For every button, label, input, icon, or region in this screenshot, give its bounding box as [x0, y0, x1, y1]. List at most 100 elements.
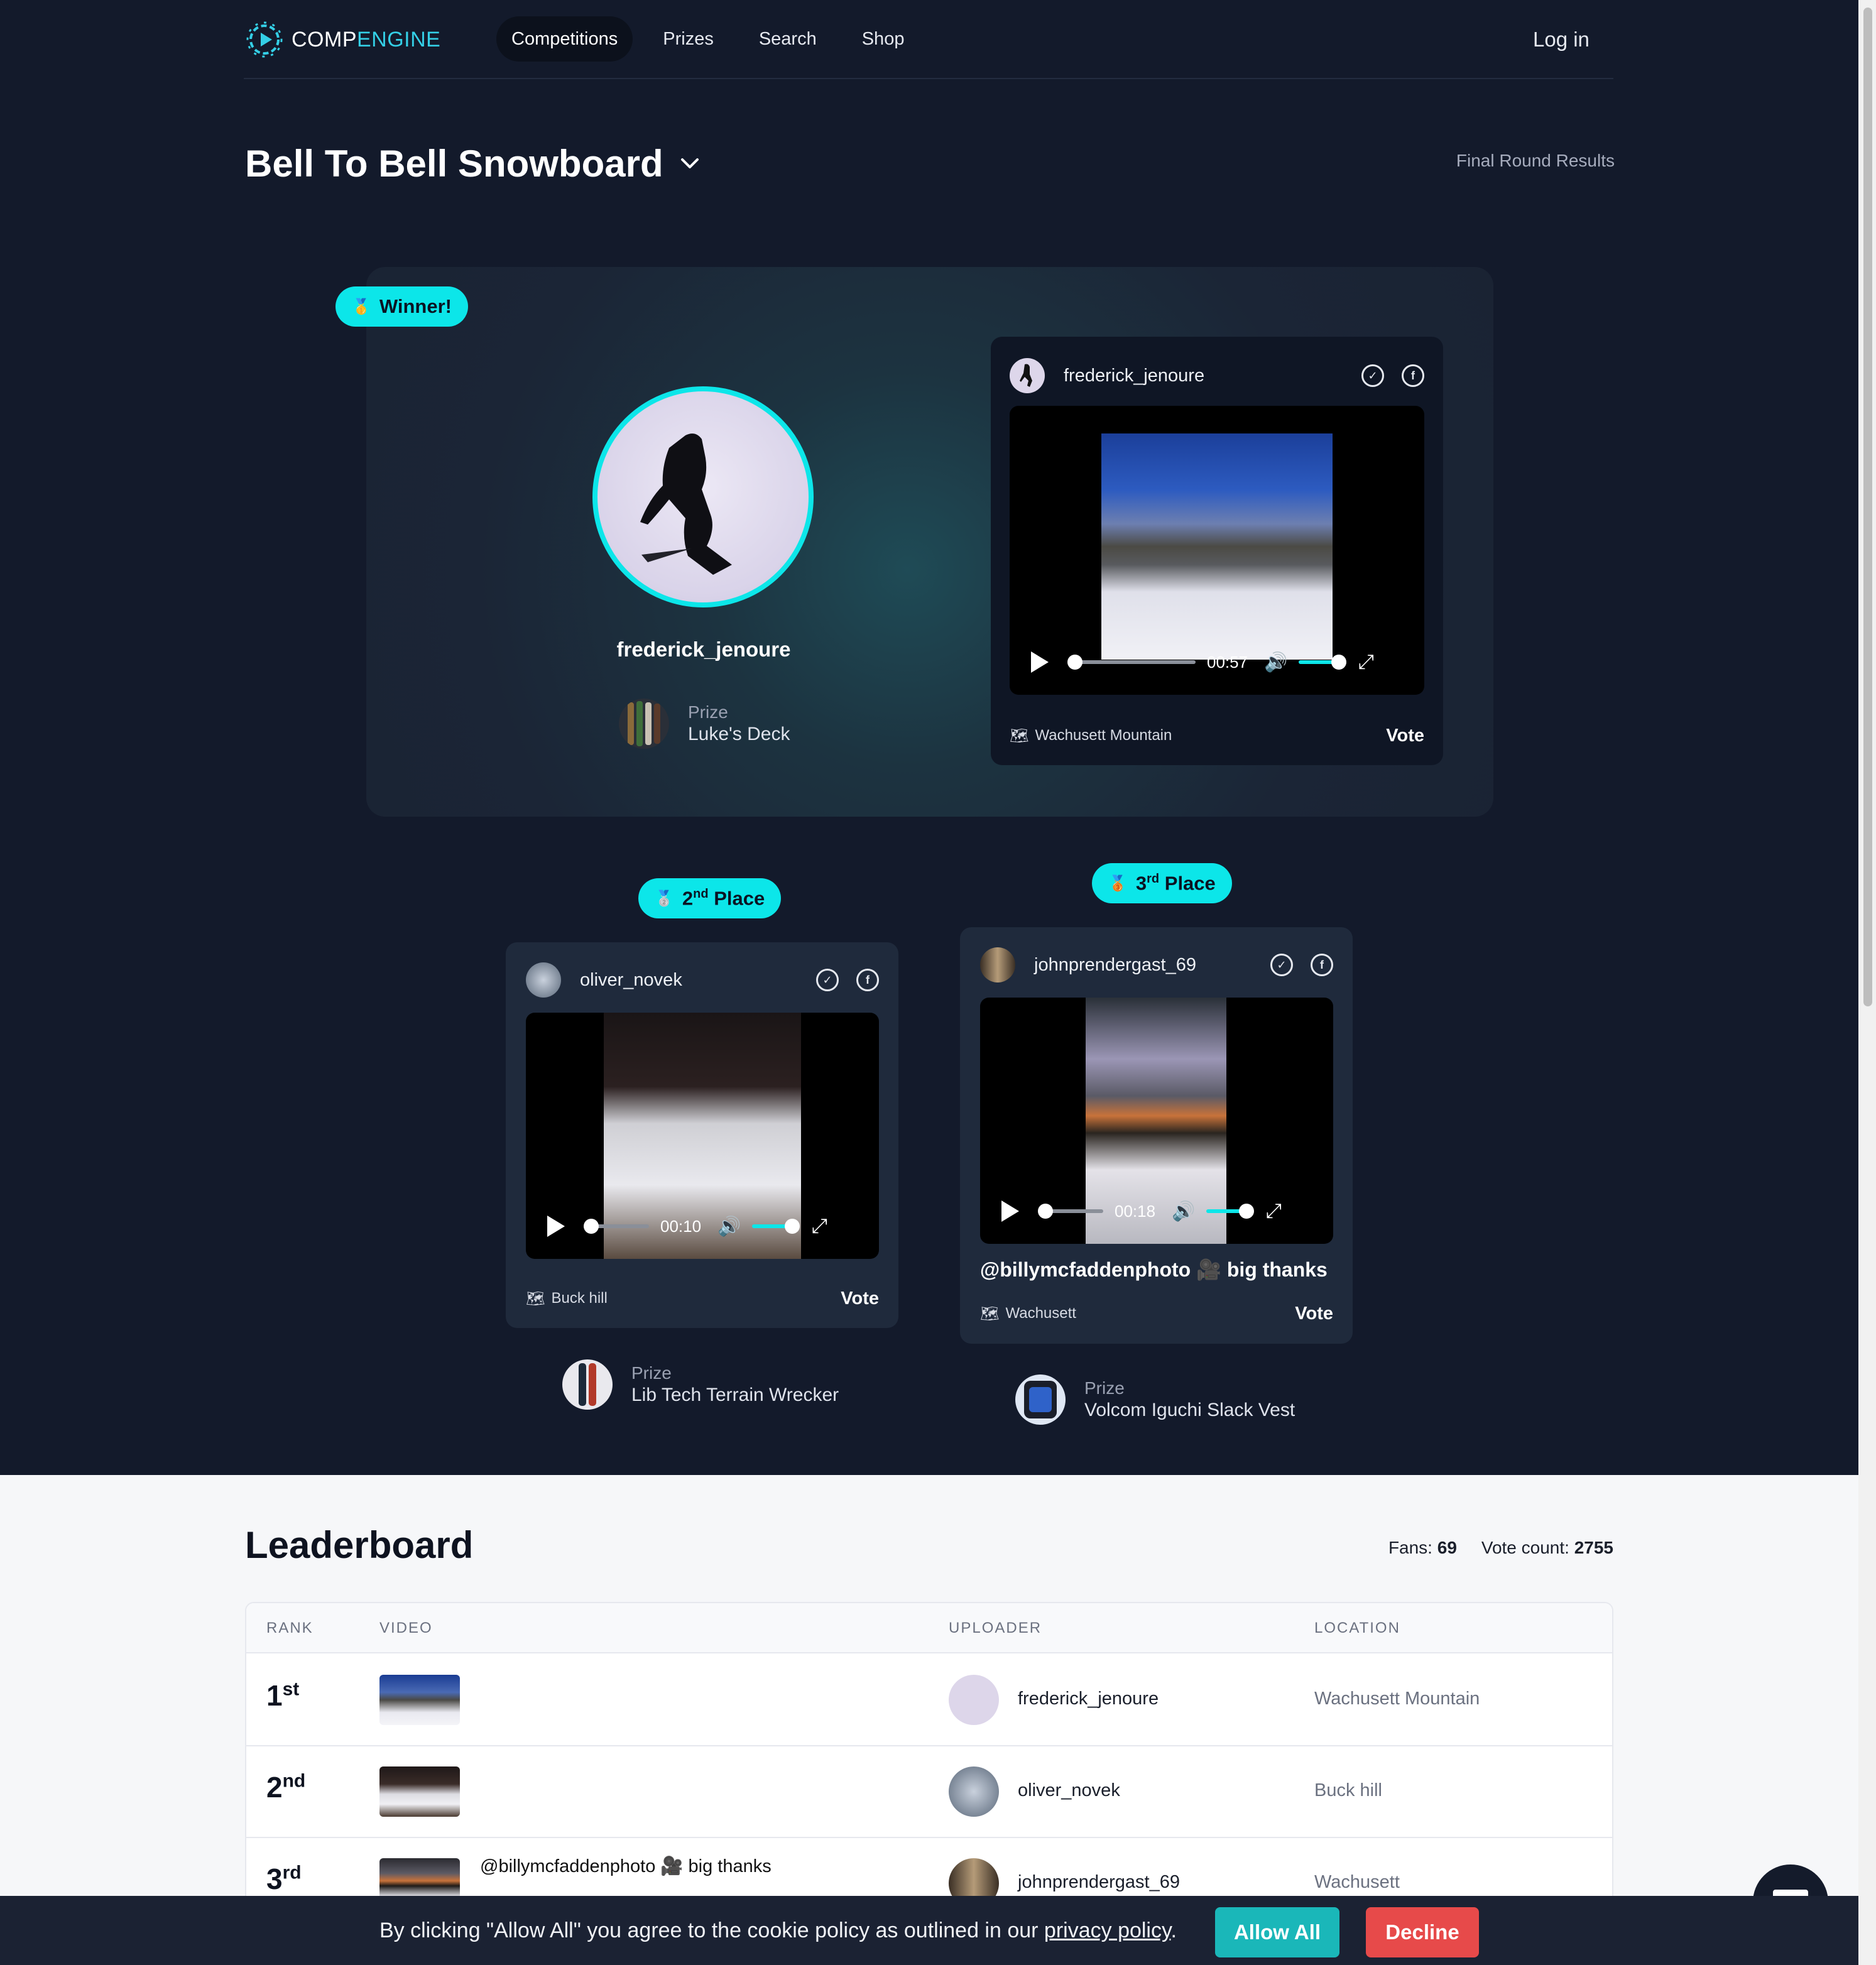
site-logo[interactable]: COMPENGINE: [244, 18, 440, 62]
seek-bar[interactable]: [584, 1219, 649, 1234]
map-icon: 🗺: [1010, 727, 1029, 744]
video-thumbnail[interactable]: [379, 1766, 460, 1817]
facebook-share-icon[interactable]: f: [1402, 364, 1424, 387]
video-location: Buck hill: [551, 1290, 608, 1307]
winner-prize[interactable]: Prize Luke's Deck: [619, 699, 790, 749]
volume-icon[interactable]: 🔊: [1172, 1200, 1195, 1222]
leaderboard-title: Leaderboard: [245, 1524, 474, 1566]
prize-thumbnail: [562, 1359, 613, 1410]
facebook-share-icon[interactable]: f: [856, 969, 879, 991]
volume-icon[interactable]: 🔊: [1264, 651, 1287, 673]
vote-button[interactable]: Vote: [841, 1288, 879, 1309]
competition-selector[interactable]: Bell To Bell Snowboard: [245, 138, 701, 188]
bronze-medal-icon: 🥉: [1108, 874, 1127, 892]
third-video-card: johnprendergast_69 ✓ f 00:18 🔊 ⤢ @billym…: [960, 927, 1353, 1344]
competition-title: Bell To Bell Snowboard: [245, 142, 663, 185]
prize-name: Volcom Iguchi Slack Vest: [1084, 1400, 1295, 1420]
third-prize[interactable]: Prize Volcom Iguchi Slack Vest: [1015, 1374, 1295, 1425]
main-nav: Competitions Prizes Search Shop: [496, 16, 919, 62]
video-caption: @billymcfaddenphoto 🎥 big thanks: [480, 1856, 772, 1876]
round-status: Final Round Results: [1456, 151, 1615, 170]
rank-label: 3rd: [266, 1862, 302, 1895]
fullscreen-icon[interactable]: ⤢: [811, 1214, 827, 1238]
play-icon[interactable]: [1001, 1200, 1019, 1222]
video-thumbnail[interactable]: [379, 1675, 460, 1725]
prize-thumbnail: [1015, 1374, 1066, 1425]
uploader-avatar[interactable]: [1010, 358, 1045, 393]
nav-shop[interactable]: Shop: [847, 16, 920, 62]
fullscreen-icon[interactable]: ⤢: [1358, 650, 1374, 674]
uploader-avatar[interactable]: [949, 1766, 999, 1817]
winner-avatar[interactable]: [592, 386, 814, 607]
prize-thumbnail: [619, 699, 669, 749]
video-time: 00:10: [660, 1216, 702, 1236]
uploader-username[interactable]: johnprendergast_69: [1018, 1872, 1180, 1893]
login-button[interactable]: Log in: [1520, 19, 1602, 60]
fans-count: 69: [1437, 1538, 1457, 1557]
uploader-avatar[interactable]: [980, 947, 1015, 982]
prize-name: Luke's Deck: [688, 724, 790, 744]
play-icon[interactable]: [1031, 651, 1049, 673]
rank-label: 2nd: [266, 1770, 306, 1804]
vote-button[interactable]: Vote: [1386, 726, 1424, 746]
video-frame: [1101, 433, 1333, 660]
volume-slider[interactable]: [1299, 655, 1347, 670]
table-row[interactable]: 1st frederick_jenoure Wachusett Mountain: [246, 1655, 1612, 1746]
allow-all-button[interactable]: Allow All: [1215, 1907, 1339, 1957]
uploader-username[interactable]: oliver_novek: [1018, 1780, 1120, 1801]
column-header-uploader: UPLOADER: [949, 1619, 1042, 1636]
winner-username[interactable]: frederick_jenoure: [553, 638, 854, 661]
vote-count: 2755: [1574, 1538, 1613, 1557]
uploader-avatar[interactable]: [949, 1675, 999, 1725]
winner-video-card: frederick_jenoure ✓ f 00:57 🔊 ⤢ 🗺 Wachuse…: [991, 337, 1443, 765]
logo-text-comp: COMP: [292, 27, 357, 52]
nav-prizes[interactable]: Prizes: [648, 16, 729, 62]
video-time: 00:18: [1115, 1201, 1156, 1221]
video-player[interactable]: 00:57 🔊 ⤢: [1010, 406, 1424, 695]
table-row[interactable]: 2nd oliver_novek Buck hill: [246, 1746, 1612, 1838]
second-prize[interactable]: Prize Lib Tech Terrain Wrecker: [562, 1359, 839, 1410]
fullscreen-icon[interactable]: ⤢: [1265, 1199, 1282, 1223]
header-divider: [244, 78, 1613, 79]
volume-icon[interactable]: 🔊: [717, 1216, 741, 1238]
rank-label: 1st: [266, 1679, 300, 1712]
nav-search[interactable]: Search: [744, 16, 832, 62]
uploader-username[interactable]: frederick_jenoure: [1064, 366, 1344, 386]
logo-gear-icon: [246, 21, 283, 58]
column-header-rank: RANK: [266, 1619, 314, 1636]
leaderboard-stats: Fans: 69 Vote count: 2755: [1388, 1538, 1613, 1557]
gold-medal-icon: 🥇: [352, 298, 371, 315]
play-icon[interactable]: [547, 1216, 565, 1237]
uploader-username[interactable]: johnprendergast_69: [1034, 955, 1253, 976]
map-icon: 🗺: [526, 1290, 545, 1307]
video-time: 00:57: [1207, 652, 1248, 672]
facebook-share-icon[interactable]: f: [1311, 954, 1333, 976]
seek-bar[interactable]: [1067, 655, 1196, 670]
privacy-policy-link[interactable]: privacy policy: [1044, 1919, 1171, 1942]
nav-competitions[interactable]: Competitions: [496, 16, 633, 62]
volume-slider[interactable]: [752, 1219, 800, 1234]
twitter-share-icon[interactable]: ✓: [1361, 364, 1384, 387]
scrollbar-thumb[interactable]: [1863, 8, 1872, 1006]
column-header-location: LOCATION: [1314, 1619, 1400, 1636]
map-icon: 🗺: [980, 1305, 1000, 1322]
seek-bar[interactable]: [1038, 1204, 1103, 1219]
uploader-username[interactable]: frederick_jenoure: [1018, 1689, 1159, 1709]
video-location: Wachusett: [1005, 1305, 1076, 1322]
vote-button[interactable]: Vote: [1295, 1304, 1333, 1324]
cookie-banner: By clicking "Allow All" you agree to the…: [0, 1896, 1858, 1965]
video-player[interactable]: 00:10 🔊 ⤢: [526, 1013, 879, 1259]
third-place-badge: 🥉 3rd Place: [1092, 863, 1232, 903]
uploader-avatar[interactable]: [526, 962, 561, 998]
volume-slider[interactable]: [1206, 1204, 1255, 1219]
prize-label: Prize: [1084, 1378, 1125, 1398]
cookie-message: By clicking "Allow All" you agree to the…: [379, 1919, 1177, 1942]
twitter-share-icon[interactable]: ✓: [816, 969, 839, 991]
decline-button[interactable]: Decline: [1366, 1907, 1479, 1957]
video-player[interactable]: 00:18 🔊 ⤢: [980, 998, 1333, 1244]
uploader-username[interactable]: oliver_novek: [580, 970, 799, 991]
column-header-video: VIDEO: [379, 1619, 433, 1636]
silver-medal-icon: 🥈: [655, 890, 674, 907]
prize-label: Prize: [631, 1363, 672, 1383]
twitter-share-icon[interactable]: ✓: [1270, 954, 1293, 976]
